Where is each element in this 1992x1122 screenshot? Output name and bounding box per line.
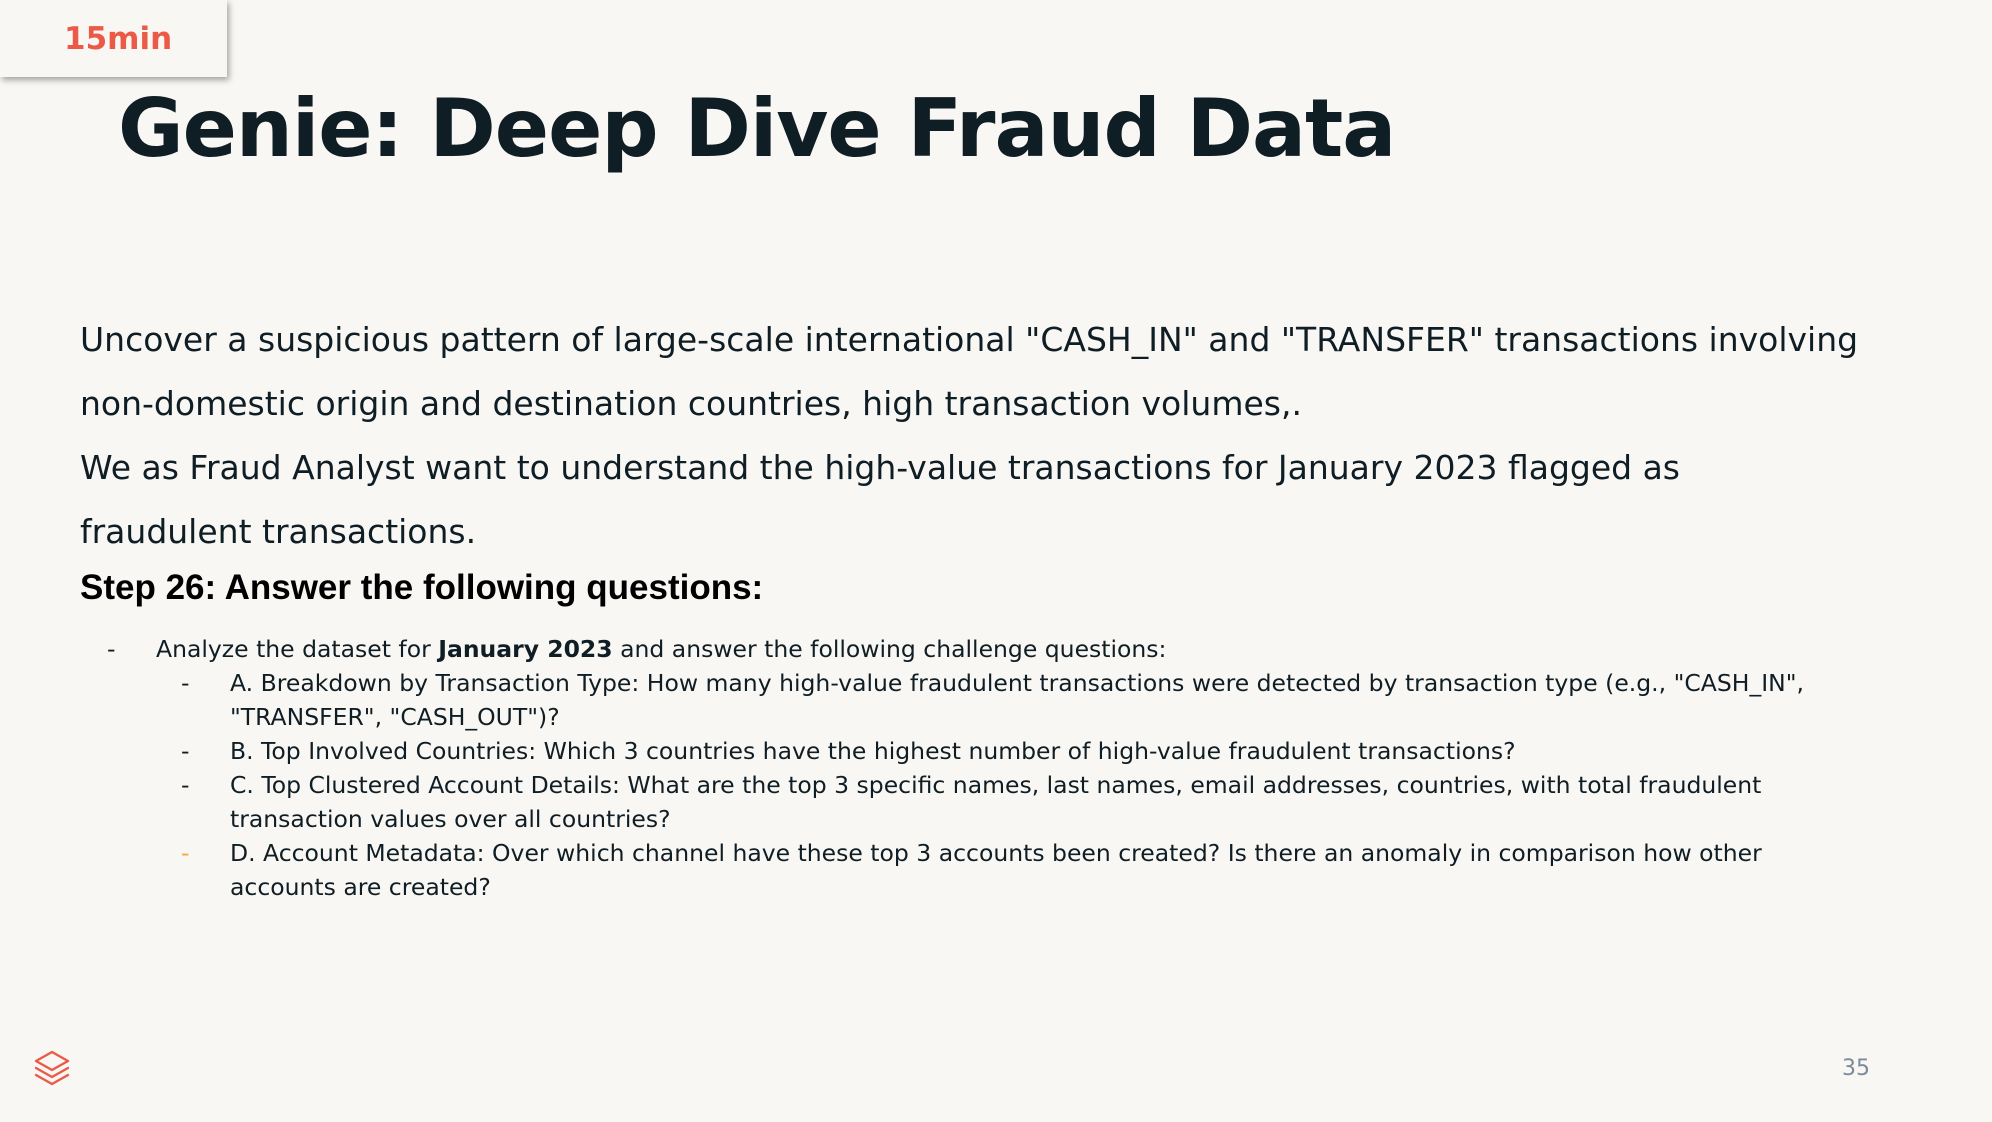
- main-item-suffix: and answer the following challenge quest…: [612, 635, 1167, 663]
- page-number: 35: [1842, 1056, 1870, 1081]
- databricks-stack-icon: [34, 1050, 70, 1086]
- list-dash: -: [181, 669, 190, 697]
- intro-text: Uncover a suspicious pattern of large-sc…: [80, 308, 1860, 564]
- question-a-text: A. Breakdown by Transaction Type: How ma…: [230, 669, 1804, 731]
- list-dash: -: [181, 771, 190, 799]
- main-item-bold: January 2023: [438, 635, 613, 663]
- intro-paragraph-2: We as Fraud Analyst want to understand t…: [80, 448, 1681, 551]
- list-item-main: - Analyze the dataset for January 2023 a…: [80, 632, 1860, 666]
- list-item-question-b: - B. Top Involved Countries: Which 3 cou…: [80, 734, 1860, 768]
- step-heading: Step 26: Answer the following questions:: [80, 568, 764, 607]
- question-c-text: C. Top Clustered Account Details: What a…: [230, 771, 1762, 833]
- question-b-text: B. Top Involved Countries: Which 3 count…: [230, 737, 1516, 765]
- slide-title: Genie: Deep Dive Fraud Data: [118, 82, 1396, 175]
- question-d-text: D. Account Metadata: Over which channel …: [230, 839, 1762, 901]
- list-dash-accent: -: [181, 839, 190, 867]
- list-item-question-d: - D. Account Metadata: Over which channe…: [80, 836, 1860, 904]
- intro-paragraph-1: Uncover a suspicious pattern of large-sc…: [80, 320, 1859, 423]
- list-dash: -: [181, 737, 190, 765]
- list-item-question-c: - C. Top Clustered Account Details: What…: [80, 768, 1860, 836]
- questions-list: - Analyze the dataset for January 2023 a…: [80, 632, 1860, 904]
- time-badge-label: 15min: [64, 20, 173, 57]
- list-dash: -: [107, 635, 116, 663]
- main-item-prefix: Analyze the dataset for: [156, 635, 439, 663]
- list-item-question-a: - A. Breakdown by Transaction Type: How …: [80, 666, 1860, 734]
- time-badge: 15min: [0, 0, 227, 77]
